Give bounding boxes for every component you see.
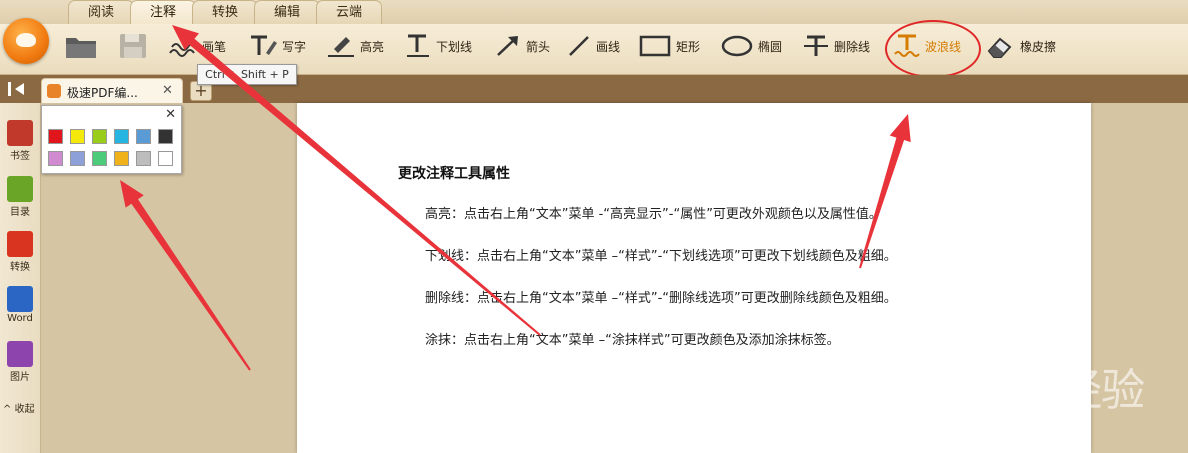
eraser-tool-label: 橡皮擦 xyxy=(1020,39,1057,54)
color-swatch[interactable] xyxy=(70,151,85,166)
ellipse-tool-label: 椭圆 xyxy=(758,39,783,54)
pdf-convert-icon xyxy=(7,231,33,257)
tab-edit[interactable]: 编辑 xyxy=(254,0,320,24)
collapse-button[interactable]: ^ 收起 xyxy=(3,400,35,415)
watermark-url: jingyan.baidu.com xyxy=(916,410,1036,425)
sidebar-label: 目录 xyxy=(10,207,30,218)
line-tool-label: 画线 xyxy=(596,39,621,54)
wavy-line-highlight-circle xyxy=(885,20,981,78)
color-swatch[interactable] xyxy=(158,151,173,166)
highlight-tool-button[interactable]: 高亮 xyxy=(326,32,384,60)
annotation-toolbar: 画笔 写字 高亮 下划线 箭头 画线 矩形 椭圆 删除线 波浪线 橡皮擦 xyxy=(0,18,1188,75)
tab-annotate[interactable]: 注释 xyxy=(130,0,196,24)
strikethrough-tool-label: 删除线 xyxy=(834,39,871,54)
document-line-highlight: 高亮：点击右上角“文本”菜单 -“高亮显示”-“属性”可更改外观颜色以及属性值。 xyxy=(425,207,882,222)
chevron-up-icon: ^ xyxy=(3,404,12,415)
baidu-watermark: Bai du 经验 jingyan.baidu.com xyxy=(912,338,1174,438)
color-swatch[interactable] xyxy=(114,129,129,144)
highlight-icon xyxy=(328,37,354,57)
highlight-tool-label: 高亮 xyxy=(360,39,385,54)
pdf-app-icon xyxy=(47,84,61,98)
watermark-main: Bai du 经验 xyxy=(912,365,1145,416)
eraser-tool-button[interactable]: 橡皮擦 xyxy=(986,32,1056,60)
sidebar-label: Word xyxy=(7,313,33,324)
document-line-underline: 下划线：点击右上角“文本”菜单 –“样式”-“下划线选项”可更改下划线颜色及粗细… xyxy=(425,249,897,264)
document-line-strikethrough: 删除线：点击右上角“文本”菜单 –“样式”-“删除线选项”可更改删除线颜色及粗细… xyxy=(425,291,897,306)
word-icon xyxy=(7,286,33,312)
document-line-smear: 涂抹：点击右上角“文本”菜单 –“涂抹样式”可更改颜色及添加涂抹标签。 xyxy=(425,333,840,348)
left-sidebar: 书签 目录 转换 Word 图片 ^ 收起 xyxy=(0,103,41,453)
write-tool-button[interactable]: 写字 xyxy=(248,32,306,60)
document-tab[interactable]: 极速PDF编... ✕ xyxy=(41,78,183,104)
pen-tool-label: 画笔 xyxy=(202,39,227,54)
color-swatch[interactable] xyxy=(114,151,129,166)
folder-icon xyxy=(66,38,96,58)
sidebar-item-toc[interactable]: 目录 xyxy=(0,176,40,218)
sidebar-toggle-icon[interactable] xyxy=(8,82,28,96)
rectangle-tool-button[interactable]: 矩形 xyxy=(638,32,700,60)
tab-cloud[interactable]: 云端 xyxy=(316,0,382,24)
arrow-tool-label: 箭头 xyxy=(526,39,551,54)
image-icon xyxy=(7,341,33,367)
save-button[interactable] xyxy=(118,32,148,60)
color-picker-popup: ✕ xyxy=(41,105,182,174)
sidebar-label: 转换 xyxy=(10,262,30,273)
collapse-label: 收起 xyxy=(14,404,35,415)
ellipse-tool-button[interactable]: 椭圆 xyxy=(720,32,782,60)
pen-tool-button[interactable]: 画笔 xyxy=(168,32,226,60)
color-swatch[interactable] xyxy=(48,129,63,144)
document-tab-title: 极速PDF编... xyxy=(67,86,138,100)
color-swatch[interactable] xyxy=(136,129,151,144)
color-swatch[interactable] xyxy=(92,129,107,144)
color-swatch[interactable] xyxy=(158,129,173,144)
eraser-icon xyxy=(987,37,1012,58)
sidebar-item-bookmark[interactable]: 书签 xyxy=(0,120,40,162)
underline-tool-button[interactable]: 下划线 xyxy=(404,32,472,60)
strikethrough-tool-button[interactable]: 删除线 xyxy=(802,32,870,60)
toc-icon xyxy=(7,176,33,202)
arrow-icon xyxy=(497,36,518,56)
bookmark-icon xyxy=(7,120,33,146)
rectangle-tool-label: 矩形 xyxy=(676,39,701,54)
document-heading: 更改注释工具属性 xyxy=(398,166,510,182)
sidebar-item-convert[interactable]: 转换 xyxy=(0,231,40,273)
color-swatch[interactable] xyxy=(70,129,85,144)
menu-tab-bar: 阅读 注释 转换 编辑 云端 xyxy=(0,0,1188,24)
sidebar-label: 书签 xyxy=(10,151,30,162)
text-pen-icon xyxy=(251,35,277,55)
tab-convert[interactable]: 转换 xyxy=(192,0,258,24)
line-tool-button[interactable]: 画线 xyxy=(566,32,620,60)
save-icon xyxy=(120,34,146,58)
document-tab-bar: 极速PDF编... ✕ + xyxy=(0,75,1188,104)
rectangle-icon xyxy=(639,35,671,57)
underline-icon xyxy=(407,34,429,57)
line-icon xyxy=(569,36,589,56)
color-swatch-grid xyxy=(48,129,173,166)
app-logo-icon[interactable] xyxy=(3,18,49,64)
underline-tool-label: 下划线 xyxy=(436,39,473,54)
color-swatch[interactable] xyxy=(136,151,151,166)
open-button[interactable] xyxy=(64,32,98,60)
color-swatch[interactable] xyxy=(48,151,63,166)
color-swatch[interactable] xyxy=(92,151,107,166)
sidebar-item-word[interactable]: Word xyxy=(0,286,40,324)
close-icon[interactable]: ✕ xyxy=(165,107,176,122)
tab-read[interactable]: 阅读 xyxy=(68,0,134,24)
sidebar-item-image[interactable]: 图片 xyxy=(0,341,40,383)
close-tab-icon[interactable]: ✕ xyxy=(162,83,173,98)
arrow-tool-button[interactable]: 箭头 xyxy=(494,32,550,60)
write-tool-label: 写字 xyxy=(282,39,307,54)
sidebar-label: 图片 xyxy=(10,372,30,383)
ellipse-icon xyxy=(721,35,753,57)
shortcut-tooltip: Ctrl + Shift + P xyxy=(197,64,297,85)
pencil-wave-icon xyxy=(169,43,197,57)
strikethrough-icon xyxy=(804,35,828,56)
